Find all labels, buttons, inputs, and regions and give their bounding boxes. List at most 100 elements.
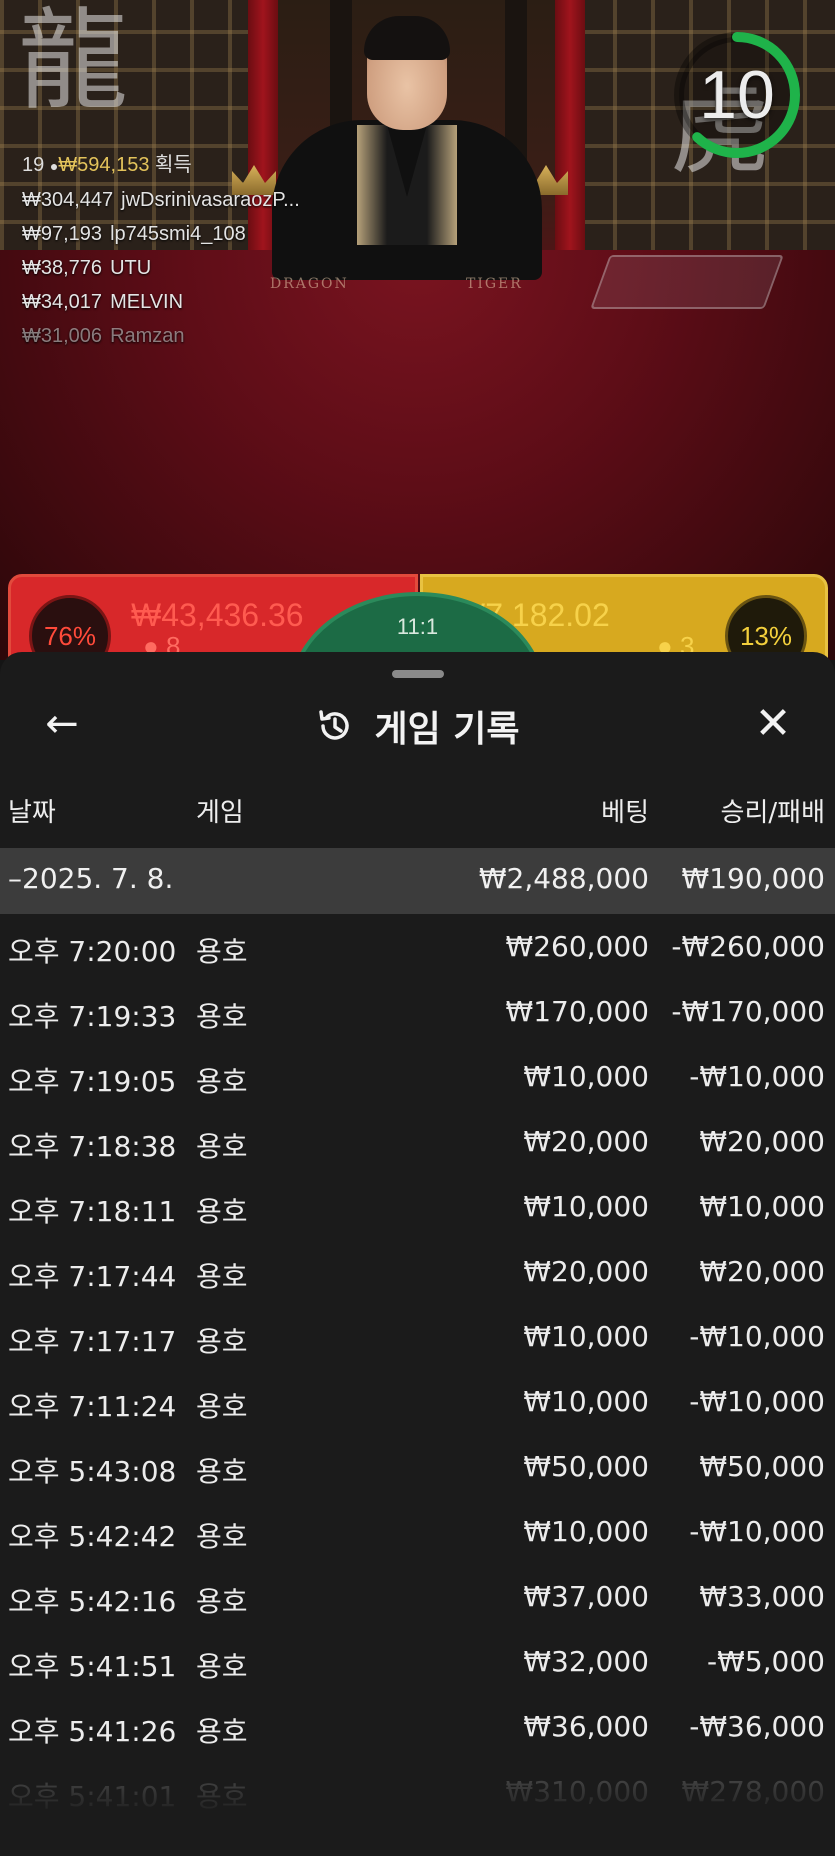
table-row[interactable]: 오후 5:42:42 용호 ₩10,000 -₩10,000 xyxy=(0,1499,835,1564)
sheet-header: ← 게임 기록 ✕ xyxy=(0,692,835,756)
winner-suffix: 획득 xyxy=(155,154,192,176)
row-game: 용호 xyxy=(196,1065,248,1098)
leaderboard-summary: 19 ●₩594,153 획득 xyxy=(22,148,300,177)
row-result: ₩20,000 xyxy=(699,1125,825,1158)
table-row[interactable]: 오후 5:41:01 용호 ₩310,000 ₩278,000 xyxy=(0,1759,835,1824)
row-result: -₩260,000 xyxy=(671,930,825,963)
history-table-body: 오후 7:20:00 용호 ₩260,000 -₩260,000 오후 7:19:33 용… xyxy=(0,914,835,1824)
row-date: 오후 7:18:38 xyxy=(8,1130,177,1163)
date-summary-row[interactable]: –2025. 7. 8. ₩2,488,000 ₩190,000 xyxy=(0,848,835,914)
dragon-emblem-icon: 龍 xyxy=(18,0,128,125)
summary-bet: ₩2,488,000 xyxy=(478,862,649,895)
row-result: ₩278,000 xyxy=(681,1775,825,1808)
row-result: ₩10,000 xyxy=(699,1190,825,1223)
leaderboard-row: ₩97,193 lp745smi4_108 xyxy=(22,223,246,245)
table-row[interactable]: 오후 7:11:24 용호 ₩10,000 -₩10,000 xyxy=(0,1369,835,1434)
table-row[interactable]: 오후 5:41:51 용호 ₩32,000 -₩5,000 xyxy=(0,1629,835,1694)
countdown-timer: 10 xyxy=(672,30,802,160)
row-bet: ₩20,000 xyxy=(523,1125,649,1158)
table-row[interactable]: 오후 5:42:16 용호 ₩37,000 ₩33,000 xyxy=(0,1564,835,1629)
table-row[interactable]: 오후 7:19:33 용호 ₩170,000 -₩170,000 xyxy=(0,979,835,1044)
column-result: 승리/패배 xyxy=(720,798,825,828)
row-result: ₩50,000 xyxy=(699,1450,825,1483)
row-game: 용호 xyxy=(196,935,248,968)
winners-leaderboard: 19 ●₩594,153 획득 ₩304,447 jwDsrinivasaraoz… xyxy=(22,148,300,353)
row-date: 오후 7:19:05 xyxy=(8,1065,177,1098)
history-column-headers: 날짜 게임 베팅 승리/패배 xyxy=(0,780,835,840)
row-game: 용호 xyxy=(196,1585,248,1618)
row-game: 용호 xyxy=(196,1650,248,1683)
game-history-sheet: ← 게임 기록 ✕ 날짜 게임 베팅 승리/패배 –2025. 7. 8. ₩2… xyxy=(0,652,835,1856)
sheet-title: 게임 기록 xyxy=(374,709,520,750)
column-game: 게임 xyxy=(196,798,244,828)
row-result: -₩10,000 xyxy=(689,1515,825,1548)
leaderboard-row: ₩38,776 UTU xyxy=(22,257,152,279)
table-row[interactable]: 오후 7:20:00 용호 ₩260,000 -₩260,000 xyxy=(0,914,835,979)
timer-value: 10 xyxy=(699,57,775,133)
row-result: -₩170,000 xyxy=(671,995,825,1028)
row-date: 오후 5:41:51 xyxy=(8,1650,177,1683)
row-game: 용호 xyxy=(196,1195,248,1228)
row-game: 용호 xyxy=(196,1780,248,1813)
leaderboard-row: ₩304,447 jwDsrinivasaraozP... xyxy=(22,189,300,211)
row-game: 용호 xyxy=(196,1325,248,1358)
row-date: 오후 5:41:01 xyxy=(8,1780,177,1813)
row-bet: ₩310,000 xyxy=(505,1775,649,1808)
row-bet: ₩10,000 xyxy=(523,1190,649,1223)
history-icon xyxy=(319,710,350,740)
row-date: 오후 7:17:44 xyxy=(8,1260,177,1293)
row-game: 용호 xyxy=(196,1130,248,1163)
card-shoe xyxy=(590,255,784,309)
dragon-bet-pool: ₩43,436.36 xyxy=(131,597,304,633)
row-date: 오후 5:41:26 xyxy=(8,1715,177,1748)
person-icon: ● xyxy=(49,158,59,174)
row-date: 오후 7:11:24 xyxy=(8,1390,177,1423)
row-date: 오후 5:42:16 xyxy=(8,1585,177,1618)
table-row[interactable]: 오후 5:41:26 용호 ₩36,000 -₩36,000 xyxy=(0,1694,835,1759)
row-date: 오후 5:42:42 xyxy=(8,1520,177,1553)
row-game: 용호 xyxy=(196,1000,248,1033)
leaderboard-row: ₩34,017 MELVIN xyxy=(22,291,184,313)
row-bet: ₩32,000 xyxy=(523,1645,649,1678)
table-row[interactable]: 오후 5:43:08 용호 ₩50,000 ₩50,000 xyxy=(0,1434,835,1499)
row-date: 오후 7:18:11 xyxy=(8,1195,177,1228)
dealer xyxy=(272,16,542,280)
tie-odds: 11:1 xyxy=(396,614,439,639)
row-result: -₩10,000 xyxy=(689,1385,825,1418)
row-result: -₩36,000 xyxy=(689,1710,825,1743)
summary-date: –2025. 7. 8. xyxy=(8,862,174,895)
row-bet: ₩260,000 xyxy=(505,930,649,963)
column-bet: 베팅 xyxy=(601,798,649,828)
row-game: 용호 xyxy=(196,1390,248,1423)
row-bet: ₩36,000 xyxy=(523,1710,649,1743)
row-bet: ₩10,000 xyxy=(523,1320,649,1353)
table-row[interactable]: 오후 7:18:11 용호 ₩10,000 ₩10,000 xyxy=(0,1174,835,1239)
row-result: ₩33,000 xyxy=(699,1580,825,1613)
row-result: ₩20,000 xyxy=(699,1255,825,1288)
row-game: 용호 xyxy=(196,1520,248,1553)
summary-result: ₩190,000 xyxy=(681,862,825,895)
sheet-drag-handle[interactable] xyxy=(392,670,444,678)
row-bet: ₩10,000 xyxy=(523,1385,649,1418)
table-row[interactable]: 오후 7:19:05 용호 ₩10,000 -₩10,000 xyxy=(0,1044,835,1109)
winner-total: ₩594,153 xyxy=(58,154,150,176)
table-row[interactable]: 오후 7:18:38 용호 ₩20,000 ₩20,000 xyxy=(0,1109,835,1174)
column-date: 날짜 xyxy=(8,798,56,828)
row-result: -₩10,000 xyxy=(689,1320,825,1353)
row-date: 오후 7:17:17 xyxy=(8,1325,177,1358)
table-row[interactable]: 오후 7:17:44 용호 ₩20,000 ₩20,000 xyxy=(0,1239,835,1304)
live-video-stream: 龍 虎 DRAGON TIGER 10 19 ●₩594,153 획득 ₩304… xyxy=(0,0,835,660)
row-bet: ₩20,000 xyxy=(523,1255,649,1288)
row-bet: ₩37,000 xyxy=(523,1580,649,1613)
table-row[interactable]: 오후 7:17:17 용호 ₩10,000 -₩10,000 xyxy=(0,1304,835,1369)
row-bet: ₩10,000 xyxy=(523,1060,649,1093)
row-bet: ₩50,000 xyxy=(523,1450,649,1483)
close-icon[interactable]: ✕ xyxy=(749,702,797,746)
leaderboard-row: ₩31,006 Ramzan xyxy=(22,325,185,347)
row-game: 용호 xyxy=(196,1455,248,1488)
row-game: 용호 xyxy=(196,1715,248,1748)
row-result: -₩5,000 xyxy=(707,1645,825,1678)
winner-count: 19 xyxy=(22,154,45,176)
row-result: -₩10,000 xyxy=(689,1060,825,1093)
row-date: 오후 5:43:08 xyxy=(8,1455,177,1488)
